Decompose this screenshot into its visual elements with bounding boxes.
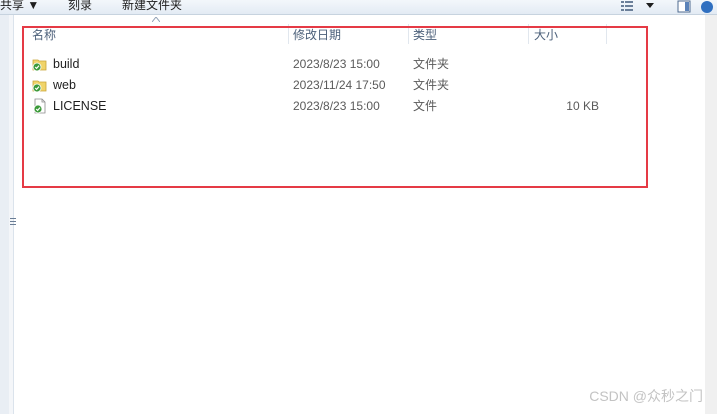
- view-options-icon[interactable]: [620, 0, 634, 14]
- vertical-scrollbar[interactable]: [705, 15, 717, 414]
- burn-button[interactable]: 刻录: [68, 0, 92, 13]
- highlight-annotation-box: [22, 26, 648, 188]
- pane-splitter[interactable]: [9, 15, 16, 414]
- help-icon[interactable]: [700, 0, 714, 14]
- share-menu-button[interactable]: 共享 ▼: [0, 0, 39, 13]
- preview-pane-icon[interactable]: [677, 0, 691, 14]
- new-folder-button[interactable]: 新建文件夹: [122, 0, 182, 13]
- watermark: CSDN @众秒之门: [589, 388, 703, 404]
- splitter-grip-icon: [10, 218, 16, 225]
- sort-up-arrow-icon: [152, 17, 160, 22]
- command-bar: 共享 ▼ 刻录 新建文件夹: [0, 0, 717, 15]
- chevron-down-icon[interactable]: [645, 0, 655, 14]
